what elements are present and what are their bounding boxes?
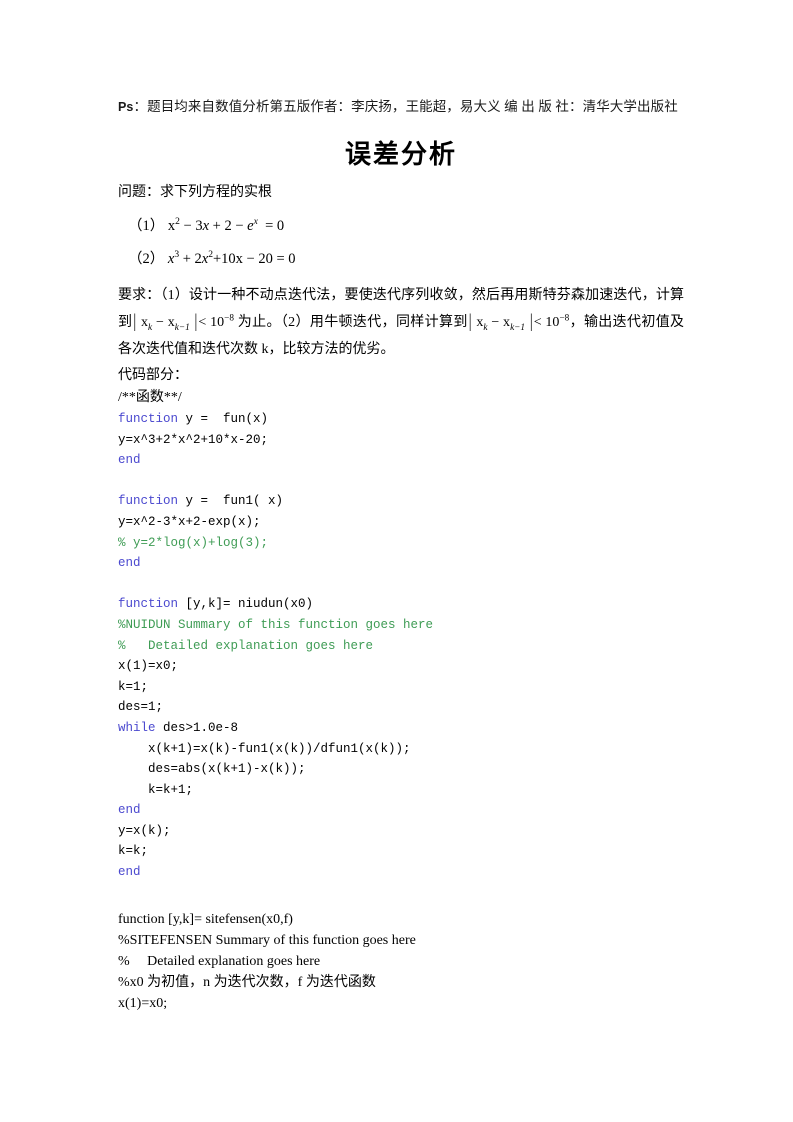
equation-2-index: （2） <box>128 251 165 267</box>
code-line: des=abs(x(k+1)-x(k)); <box>118 759 685 780</box>
code-line: k=k; <box>118 841 685 862</box>
code-keyword: end <box>118 865 141 880</box>
code-line: function y = fun(x) <box>118 409 685 430</box>
code-text: y=x^3+2*x^2+10*x-20; <box>118 432 269 447</box>
code-keyword: function <box>118 597 179 612</box>
code-text: k=k; <box>118 844 149 859</box>
code-keyword: end <box>118 453 141 468</box>
code-text: y = <box>178 412 216 426</box>
code-keyword: while <box>118 720 156 735</box>
code-line: k=1; <box>118 677 685 698</box>
code-line: while des>1.0e-8 <box>118 718 685 739</box>
code-line: x(1)=x0; <box>118 995 168 1011</box>
source-note: Ps：题目均来自数值分析第五版作者：李庆扬，王能超，易大义 编 出 版 社：清华… <box>118 96 684 118</box>
code-text: y=x^2-3*x+2-exp(x); <box>118 514 261 529</box>
equation-1-index: （1） <box>128 218 165 234</box>
code-text: des=1; <box>118 700 164 715</box>
code-section-banner-comment: /**函数**/ <box>118 390 182 405</box>
code-text: y = <box>178 494 216 509</box>
code-text: k=1; <box>118 679 149 694</box>
code-line: % Detailed explanation goes here <box>118 636 685 657</box>
code-line: y=x^3+2*x^2+10*x-20; <box>118 430 685 451</box>
code-comment: %NUIDUN Summary of this function goes he… <box>118 617 434 632</box>
code-text: y=x(k); <box>118 823 171 838</box>
code-line: end <box>118 553 685 574</box>
code-line: function y = fun1( x) <box>118 491 685 512</box>
equation-1: （1） x2 − 3x + 2 − ex = 0 <box>128 216 685 237</box>
code-gap-2 <box>118 574 685 595</box>
source-note-text: ：题目均来自数值分析第五版作者：李庆扬，王能超，易大义 编 出 版 社：清华大学… <box>133 99 678 114</box>
code-line: x(1)=x0; <box>118 656 685 677</box>
code-line: % Detailed explanation goes here <box>118 953 321 969</box>
code-block-sitefensen: function [y,k]= sitefensen(x0,f) %SITEFEN… <box>118 909 685 1014</box>
code-keyword: end <box>118 556 141 571</box>
code-line: %NUIDUN Summary of this function goes he… <box>118 615 685 636</box>
code-line: end <box>118 450 685 471</box>
document-page: Ps：题目均来自数值分析第五版作者：李庆扬，王能超，易大义 编 出 版 社：清华… <box>0 0 793 1122</box>
code-text: k=k+1; <box>118 782 194 797</box>
code-line: y=x(k); <box>118 821 685 842</box>
code-line: k=k+1; <box>118 780 685 801</box>
code-line: %SITEFENSEN Summary of this function goe… <box>118 932 416 948</box>
requirement-paragraph: 要求：（1）设计一种不动点迭代法，要使迭代序列收敛，然后再用斯特芬森加速迭代，计… <box>118 288 685 357</box>
page-title: 误差分析 <box>344 139 457 169</box>
code-section-heading: 代码部分： <box>118 368 188 383</box>
equation-2-body: x3 + 2x2+10x − 20 = 0 <box>167 249 296 267</box>
code-line: end <box>118 862 685 883</box>
code-line: y=x^2-3*x+2-exp(x); <box>118 512 685 533</box>
code-line: x(k+1)=x(k)-fun1(x(k))/dfun1(x(k)); <box>118 739 685 760</box>
code-text: fun(x) <box>215 412 269 426</box>
code-line: function [y,k]= niudun(x0) <box>118 594 685 615</box>
source-note-label: Ps <box>118 100 134 114</box>
code-text: des>1.0e-8 <box>155 720 239 735</box>
code-keyword: function <box>118 412 179 426</box>
code-block-fun: function y = fun(x) y=x^3+2*x^2+10*x-20; e… <box>118 409 685 471</box>
code-block-fun1: function y = fun1( x) y=x^2-3*x+2-exp(x);… <box>118 491 685 573</box>
code-line: function [y,k]= sitefensen(x0,f) <box>118 911 293 927</box>
code-line: des=1; <box>118 697 685 718</box>
equation-1-body: x2 − 3x + 2 − ex = 0 <box>167 216 285 234</box>
code-line: % y=2*log(x)+log(3); <box>118 533 685 554</box>
code-keyword: function <box>118 494 179 509</box>
code-comment: % Detailed explanation goes here <box>118 638 374 653</box>
code-block-niudun: function [y,k]= niudun(x0) %NUIDUN Summar… <box>118 594 685 882</box>
code-gap-1 <box>118 471 685 492</box>
code-text: fun1( x) <box>215 494 284 509</box>
code-line: %x0 为初值，n 为迭代次数，f 为迭代函数 <box>118 974 376 990</box>
code-gap-3 <box>118 883 685 909</box>
code-text: x(k+1)=x(k)-fun1(x(k))/dfun1(x(k)); <box>118 741 411 756</box>
problem-intro: 问题：求下列方程的实根 <box>118 185 272 200</box>
code-text: x(1)=x0; <box>118 659 179 674</box>
code-keyword: end <box>118 803 141 818</box>
code-text: des=abs(x(k+1)-x(k)); <box>118 762 306 777</box>
equation-2: （2） x3 + 2x2+10x − 20 = 0 <box>128 249 685 270</box>
code-text: [y,k]= niudun(x0) <box>178 597 314 612</box>
code-comment: % y=2*log(x)+log(3); <box>118 535 269 550</box>
code-line: end <box>118 800 685 821</box>
